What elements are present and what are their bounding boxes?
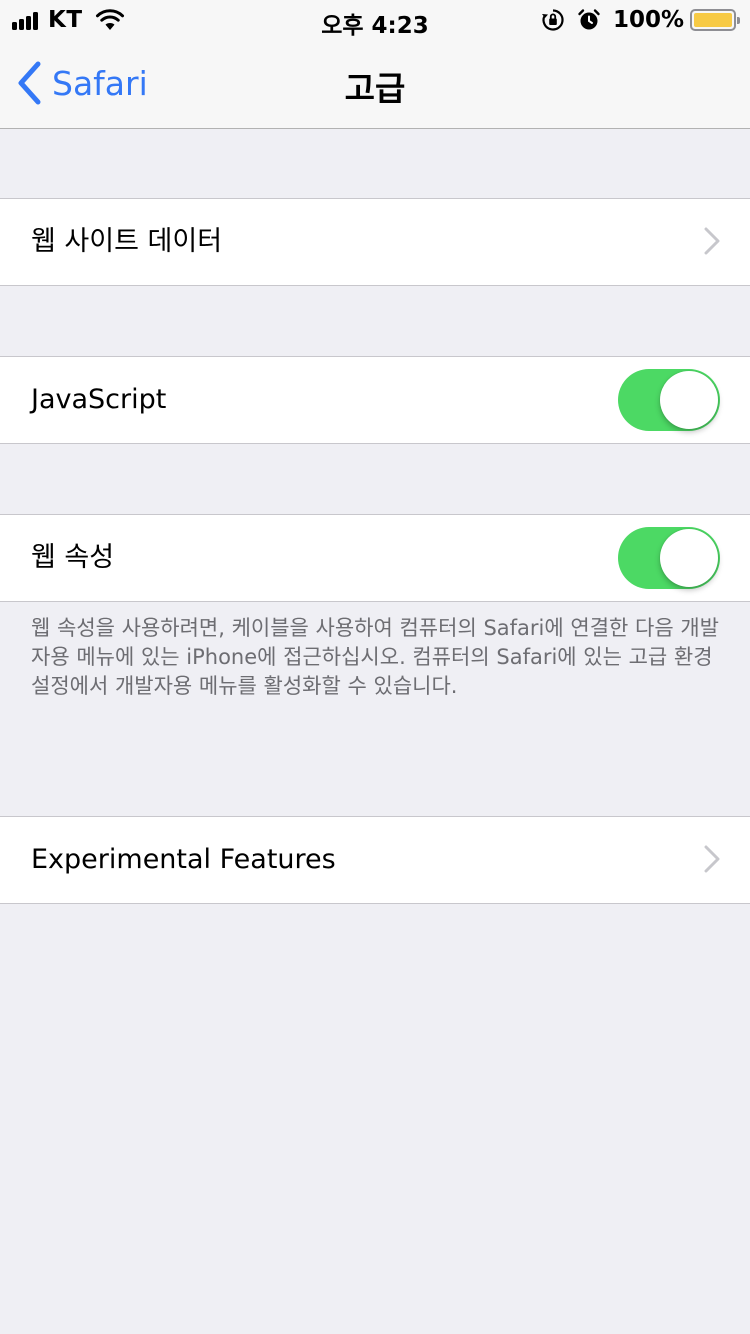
navigation-bar: Safari 고급 — [0, 40, 750, 129]
chevron-right-icon — [704, 845, 720, 873]
alarm-icon — [578, 9, 600, 30]
web-inspector-label: 웹 속성 — [31, 542, 115, 573]
web-inspector-toggle[interactable] — [618, 527, 720, 589]
battery-percent: 100% — [612, 7, 684, 33]
website-data-row[interactable]: 웹 사이트 데이터 — [0, 198, 750, 286]
toggle-knob — [660, 529, 718, 587]
page-title: 고급 — [344, 69, 406, 108]
toggle-knob — [660, 371, 718, 429]
experimental-features-label: Experimental Features — [31, 844, 336, 875]
website-data-label: 웹 사이트 데이터 — [31, 226, 223, 257]
javascript-row: JavaScript — [0, 356, 750, 444]
web-inspector-row: 웹 속성 — [0, 514, 750, 602]
battery-icon — [690, 9, 740, 31]
status-right: 100% — [541, 6, 740, 34]
status-bar: KT 오후 4:23 100% — [0, 0, 750, 40]
javascript-toggle[interactable] — [618, 369, 720, 431]
chevron-right-icon — [704, 227, 720, 255]
battery-fill — [694, 13, 732, 27]
experimental-features-row[interactable]: Experimental Features — [0, 816, 750, 904]
orientation-lock-icon — [541, 9, 564, 31]
web-inspector-footer-note: 웹 속성을 사용하려면, 케이블을 사용하여 컴퓨터의 Safari에 연결한 … — [31, 616, 719, 698]
settings-screen: KT 오후 4:23 100% Safari 고급 웹 사이트 데이터 Java… — [0, 0, 750, 1334]
javascript-label: JavaScript — [31, 384, 167, 415]
